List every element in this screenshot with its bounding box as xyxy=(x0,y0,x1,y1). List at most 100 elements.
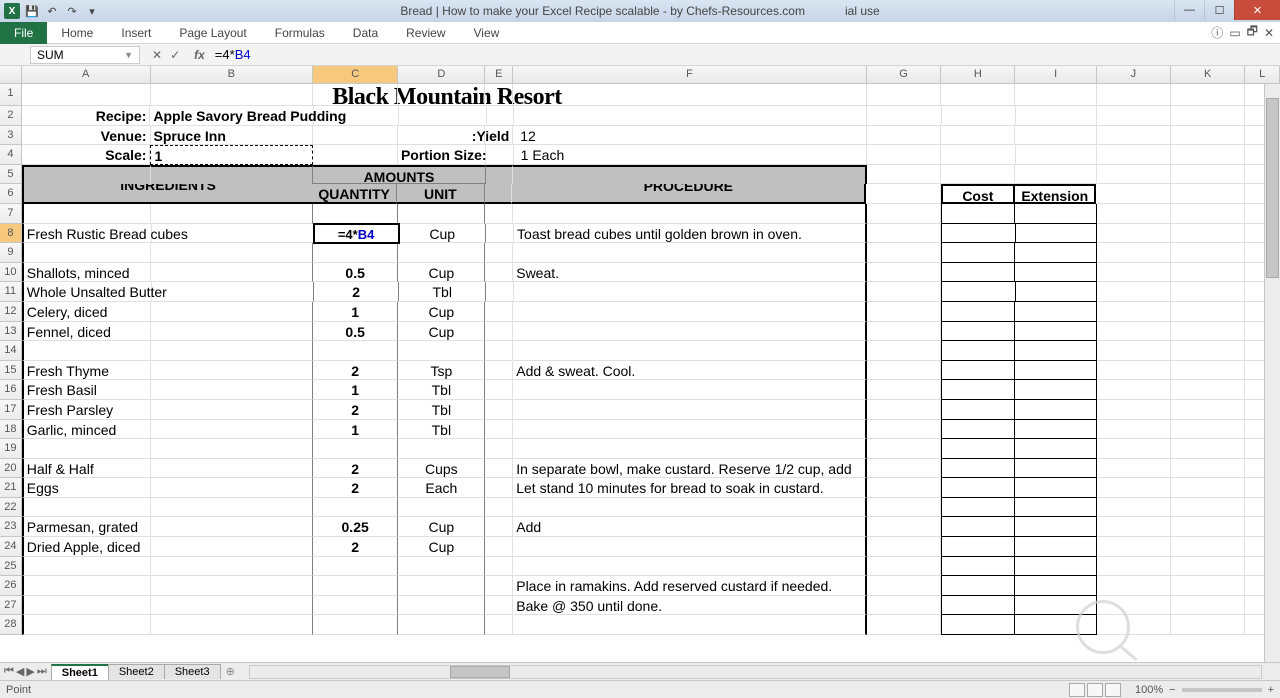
cell[interactable] xyxy=(1171,126,1245,146)
spreadsheet-grid[interactable]: A B C D E F G H I J K L Black Mountain R… xyxy=(0,66,1280,662)
cell[interactable] xyxy=(1171,184,1245,204)
window-controls: — ☐ ✕ xyxy=(1174,0,1280,20)
cell[interactable] xyxy=(1097,145,1171,165)
name-box[interactable]: SUM▼ xyxy=(30,46,140,64)
cancel-formula-icon[interactable]: ✕ xyxy=(152,48,162,62)
cell[interactable] xyxy=(1016,106,1097,126)
cell[interactable]: Yield: xyxy=(485,126,513,146)
sheet-tab-1[interactable]: Sheet1 xyxy=(51,664,109,680)
page-layout-view-icon[interactable] xyxy=(1087,683,1103,697)
cell[interactable] xyxy=(867,145,941,165)
zoom-slider[interactable] xyxy=(1182,688,1262,692)
cell[interactable] xyxy=(1016,145,1097,165)
close-button[interactable]: ✕ xyxy=(1234,0,1280,20)
cell[interactable] xyxy=(1171,165,1245,185)
zoom-out-icon[interactable]: − xyxy=(1169,684,1175,696)
cell[interactable]: Recipe: xyxy=(22,106,151,126)
cell[interactable] xyxy=(1015,126,1096,146)
col-header-e[interactable]: E xyxy=(485,66,513,83)
cell[interactable]: Spruce Inn xyxy=(151,126,313,146)
minimize-button[interactable]: — xyxy=(1174,0,1204,20)
tab-page-layout[interactable]: Page Layout xyxy=(165,22,260,44)
cell[interactable]: Scale: xyxy=(22,145,151,165)
cell[interactable] xyxy=(867,126,941,146)
minimize-ribbon-icon[interactable]: ▭ xyxy=(1229,26,1240,40)
col-header-d[interactable]: D xyxy=(398,66,485,83)
cell[interactable] xyxy=(1096,184,1170,204)
tab-home[interactable]: Home xyxy=(47,22,107,44)
tab-data[interactable]: Data xyxy=(339,22,392,44)
accept-formula-icon[interactable]: ✓ xyxy=(170,48,180,62)
file-tab[interactable]: File xyxy=(0,22,47,44)
formula-input[interactable]: =4*B4 xyxy=(211,46,1280,63)
cell[interactable] xyxy=(1097,165,1171,185)
col-header-k[interactable]: K xyxy=(1171,66,1245,83)
undo-icon[interactable]: ↶ xyxy=(44,3,60,19)
zoom-in-icon[interactable]: + xyxy=(1268,684,1274,696)
cell[interactable] xyxy=(399,106,486,126)
col-header-j[interactable]: J xyxy=(1097,66,1171,83)
restore-window-icon[interactable]: 🗗 xyxy=(1247,22,1258,43)
namebox-dropdown-icon[interactable]: ▼ xyxy=(124,50,133,60)
col-header-l[interactable]: L xyxy=(1245,66,1280,83)
col-header-h[interactable]: H xyxy=(941,66,1015,83)
cell[interactable] xyxy=(1171,106,1245,126)
cell[interactable] xyxy=(942,106,1016,126)
help-icon[interactable]: ⓘ xyxy=(1211,24,1223,41)
cell[interactable] xyxy=(313,145,398,165)
next-sheet-icon[interactable]: ▶ xyxy=(26,665,34,678)
cell[interactable] xyxy=(866,184,940,204)
zoom-level[interactable]: 100% xyxy=(1135,684,1163,696)
cell[interactable]: 12 xyxy=(513,126,866,146)
tab-formulas[interactable]: Formulas xyxy=(261,22,339,44)
col-header-a[interactable]: A xyxy=(22,66,151,83)
save-icon[interactable]: 💾 xyxy=(24,3,40,19)
cell[interactable] xyxy=(867,165,941,185)
cell[interactable] xyxy=(1015,165,1096,185)
last-sheet-icon[interactable]: ⏭ xyxy=(37,665,47,678)
tab-insert[interactable]: Insert xyxy=(107,22,165,44)
row-header[interactable]: 1 xyxy=(0,84,22,106)
cell[interactable] xyxy=(487,106,515,126)
vscroll-thumb[interactable] xyxy=(1266,98,1279,278)
tab-view[interactable]: View xyxy=(460,22,514,44)
cell[interactable] xyxy=(1097,126,1171,146)
first-sheet-icon[interactable]: ⏮ xyxy=(4,665,14,678)
sheet-tab-2[interactable]: Sheet2 xyxy=(108,664,165,679)
vertical-scrollbar[interactable] xyxy=(1264,84,1280,662)
cell[interactable]: Venue: xyxy=(22,126,151,146)
active-cell[interactable]: =4*B4 xyxy=(314,224,399,244)
col-header-c[interactable]: C xyxy=(313,66,398,83)
col-header-i[interactable]: I xyxy=(1015,66,1096,83)
tab-review[interactable]: Review xyxy=(392,22,459,44)
page-break-view-icon[interactable] xyxy=(1105,683,1121,697)
cell[interactable] xyxy=(941,165,1015,185)
cell[interactable]: Apple Savory Bread Pudding xyxy=(150,106,314,126)
cell[interactable] xyxy=(941,126,1015,146)
prev-sheet-icon[interactable]: ◀ xyxy=(16,665,24,678)
col-header-g[interactable]: G xyxy=(867,66,941,83)
cell[interactable] xyxy=(313,126,398,146)
select-all-corner[interactable] xyxy=(0,66,22,83)
fx-icon[interactable]: fx xyxy=(188,48,211,62)
col-header-b[interactable]: B xyxy=(151,66,313,83)
cell[interactable] xyxy=(314,106,399,126)
sheet-tab-3[interactable]: Sheet3 xyxy=(164,664,221,679)
new-sheet-icon[interactable]: ⊕ xyxy=(220,665,241,678)
close-workbook-icon[interactable]: ✕ xyxy=(1264,26,1274,40)
col-header-f[interactable]: F xyxy=(513,66,867,83)
cell[interactable] xyxy=(486,145,514,165)
qat-dropdown-icon[interactable]: ▾ xyxy=(84,3,100,19)
cell[interactable] xyxy=(514,106,867,126)
cell[interactable] xyxy=(867,106,941,126)
horizontal-scrollbar[interactable] xyxy=(249,665,1262,679)
redo-icon[interactable]: ↷ xyxy=(64,3,80,19)
cell[interactable] xyxy=(1171,145,1245,165)
cell[interactable] xyxy=(1097,106,1171,126)
cell[interactable] xyxy=(941,145,1015,165)
cell[interactable]: 1 Each xyxy=(514,145,867,165)
normal-view-icon[interactable] xyxy=(1069,683,1085,697)
hscroll-thumb[interactable] xyxy=(450,666,510,678)
scale-cell[interactable]: 1 xyxy=(150,145,312,165)
maximize-button[interactable]: ☐ xyxy=(1204,0,1234,20)
